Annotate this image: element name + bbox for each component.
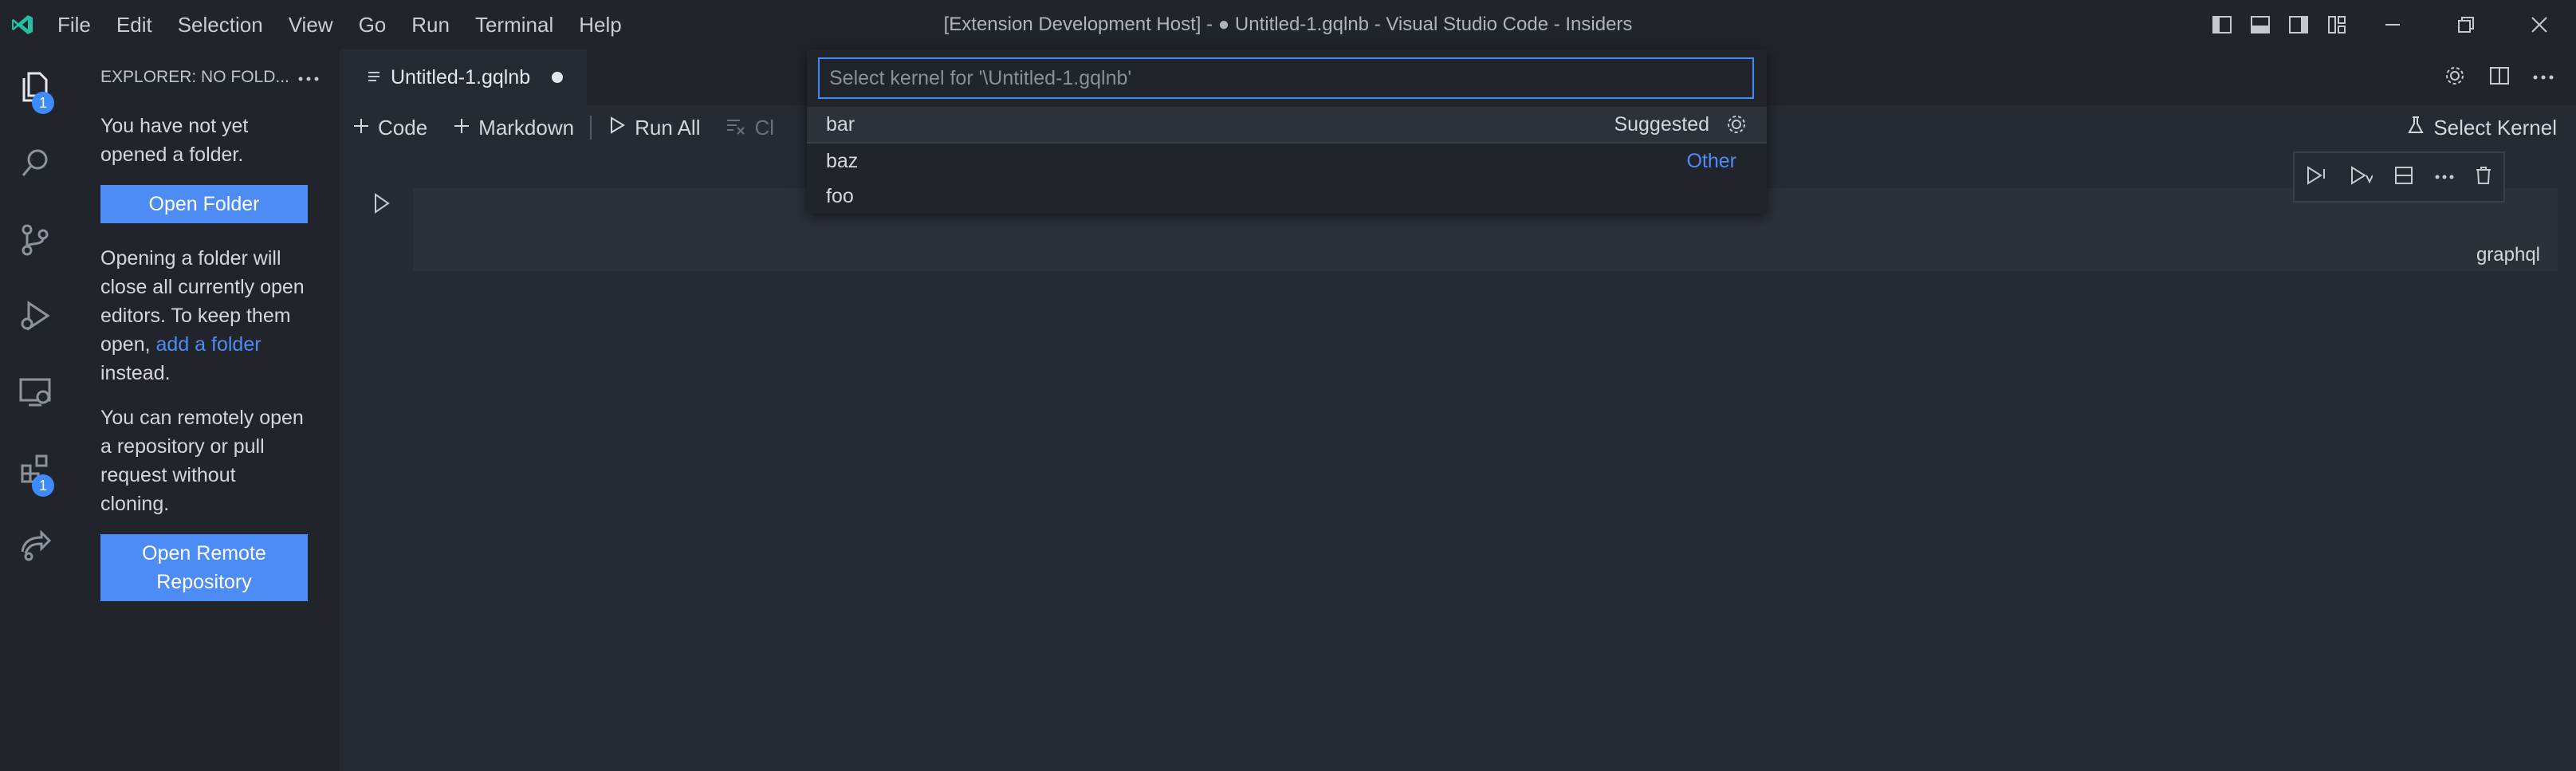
tab-untitled-1[interactable]: Untitled-1.gqlnb [340,49,587,105]
toolbar-divider [590,116,592,140]
menu-terminal[interactable]: Terminal [462,0,566,49]
plus-icon [453,116,470,140]
menu-selection[interactable]: Selection [165,0,276,49]
kernel-search-input[interactable] [818,57,1754,99]
open-folder-button[interactable]: Open Folder [100,185,308,223]
toggle-panel-icon[interactable] [2241,0,2279,49]
search-activity[interactable] [0,126,70,203]
execute-above-icon[interactable] [2305,164,2329,191]
explorer-activity[interactable]: 1 [0,49,70,126]
markdown-label: Markdown [478,115,575,140]
execute-below-icon[interactable] [2349,164,2374,191]
editor-actions [2432,49,2565,105]
menu-run[interactable]: Run [399,0,462,49]
cell-toolbar [2293,151,2505,203]
toggle-primary-sidebar-icon[interactable] [2203,0,2241,49]
sidebar-title: EXPLORER: NO FOLD... [100,68,289,86]
menu-help[interactable]: Help [566,0,634,49]
delete-cell-icon[interactable] [2474,165,2493,190]
remote-explorer-activity[interactable] [0,356,70,432]
kernel-option-bar[interactable]: bar Suggested [807,107,1767,142]
kernel-quick-pick: bar Suggested baz Other foo [807,49,1767,214]
source-control-activity[interactable] [0,203,70,279]
toggle-secondary-sidebar-icon[interactable] [2279,0,2318,49]
menu-view[interactable]: View [276,0,346,49]
sidebar-body: You have not yet opened a folder. Open F… [70,112,340,601]
add-code-cell-button[interactable]: Code [340,105,440,150]
more-actions-icon[interactable] [298,68,319,87]
open-remote-repository-button[interactable]: Open Remote Repository [100,534,308,601]
add-folder-link[interactable]: add a folder [156,333,262,356]
explorer-sidebar: EXPLORER: NO FOLD... You have not yet op… [70,49,340,771]
clear-label: Cl [754,115,775,140]
tab-label: Untitled-1.gqlnb [391,65,531,89]
extensions-badge: 1 [32,474,54,497]
execute-cell-button[interactable] [372,191,392,219]
cell-more-icon[interactable] [2435,170,2454,184]
live-share-icon [18,528,53,567]
explorer-badge: 1 [32,92,54,114]
remote-text: You can remotely open a repository or pu… [100,407,304,515]
kernel-group-label: Other [1686,149,1736,172]
add-markdown-cell-button[interactable]: Markdown [440,105,587,150]
extensions-activity[interactable]: 1 [0,432,70,509]
activity-bar: 1 1 [0,49,70,771]
menu-bar: File Edit Selection View Go Run Terminal… [45,0,635,49]
kernel-option-detail: Suggested [1614,112,1709,136]
code-label: Code [378,115,428,140]
editor-more-icon[interactable] [2533,70,2554,85]
vscode-logo-icon [0,0,45,49]
unsaved-dot-icon[interactable] [551,66,564,89]
menu-go[interactable]: Go [346,0,399,49]
folder-warning-text: Opening a folder will close all currentl… [100,244,309,387]
run-all-label: Run All [635,115,701,140]
sidebar-header: EXPLORER: NO FOLD... [70,49,340,105]
kernel-option-label: bar [826,112,855,136]
close-icon[interactable] [2503,0,2576,49]
run-debug-activity[interactable] [0,279,70,356]
title-bar: File Edit Selection View Go Run Terminal… [0,0,2576,49]
remote-explorer-icon [18,375,53,414]
run-all-icon [608,116,627,140]
clear-all-icon [726,116,746,140]
split-editor-icon[interactable] [2488,65,2511,91]
warning-suffix: instead. [100,362,171,384]
configure-gear-icon[interactable] [1725,113,1748,136]
split-cell-icon[interactable] [2393,165,2414,190]
cell-language-label[interactable]: graphql [2476,244,2540,266]
run-all-button[interactable]: Run All [595,105,713,150]
restore-icon[interactable] [2429,0,2503,49]
run-debug-icon [18,298,53,337]
kernel-option-foo[interactable]: foo [807,179,1767,214]
search-icon [18,145,53,184]
menu-file[interactable]: File [45,0,104,49]
select-kernel-label: Select Kernel [2433,115,2557,140]
customize-layout-icon[interactable] [2318,0,2356,49]
kernel-icon [2406,115,2425,141]
plus-icon [352,116,370,140]
kernel-option-label: baz [826,149,859,172]
live-share-activity[interactable] [0,509,70,585]
menu-edit[interactable]: Edit [104,0,165,49]
clear-outputs-button[interactable]: Cl [713,105,787,150]
kernel-option-baz[interactable]: baz Other [807,144,1767,179]
settings-gear-icon[interactable] [2444,65,2466,91]
minimize-icon[interactable] [2356,0,2429,49]
select-kernel-button[interactable]: Select Kernel [2393,105,2576,150]
notebook-file-icon [367,66,381,89]
no-folder-text: You have not yet opened a folder. [100,115,249,166]
title-bar-controls [2203,0,2576,49]
source-control-icon [18,222,53,261]
kernel-option-label: foo [826,184,854,207]
